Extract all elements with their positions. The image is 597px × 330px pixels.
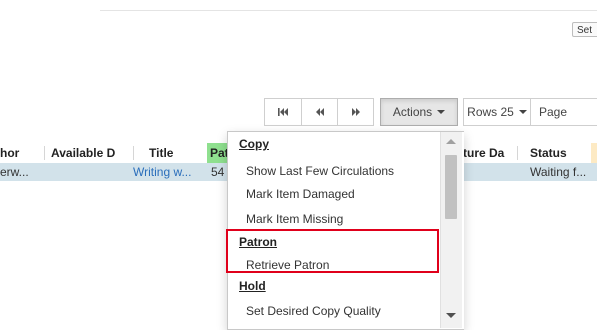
page-label: Page [539, 105, 568, 119]
column-divider [133, 146, 134, 160]
menu-item-show-last-few-circulations[interactable]: Show Last Few Circulations [246, 160, 394, 182]
column-header-available-date[interactable]: Available D [51, 143, 131, 163]
actions-dropdown-button[interactable]: Actions [380, 98, 458, 126]
cell-author: erw... [0, 165, 29, 179]
menu-item-retrieve-patron[interactable]: Retrieve Patron [246, 254, 329, 276]
cell-patron: 54 [211, 165, 225, 179]
scroll-up-arrow-icon[interactable] [446, 139, 456, 144]
chevron-down-icon [437, 110, 446, 114]
menu-section-copy: Copy [239, 137, 269, 151]
column-divider [44, 146, 45, 160]
cell-title-link[interactable]: Writing w... [133, 163, 205, 181]
next-page-icon [351, 108, 361, 116]
chevron-down-icon [518, 110, 527, 114]
first-page-button[interactable] [264, 98, 302, 126]
rows-label: Rows 25 [467, 105, 514, 119]
column-header-next[interactable] [591, 143, 597, 163]
menu-item-mark-item-damaged[interactable]: Mark Item Damaged [246, 183, 355, 205]
column-header-author[interactable]: hor [0, 143, 40, 163]
actions-label: Actions [392, 105, 433, 119]
cell-status: Waiting f... [530, 165, 587, 179]
menu-section-patron: Patron [239, 235, 278, 249]
actions-dropdown-menu: Copy Show Last Few Circulations Mark Ite… [227, 131, 464, 330]
column-header-status[interactable]: Status [530, 143, 580, 163]
previous-page-icon [315, 108, 325, 116]
first-page-icon [277, 108, 289, 116]
menu-item-mark-item-missing[interactable]: Mark Item Missing [246, 208, 343, 230]
previous-page-button[interactable] [301, 98, 338, 126]
top-divider [100, 10, 597, 11]
menu-section-hold: Hold [239, 279, 266, 293]
scroll-down-arrow-icon[interactable] [446, 313, 456, 318]
page-selector-button[interactable]: Page [530, 98, 597, 126]
set-button[interactable]: Set [572, 22, 597, 37]
column-header-capture-date[interactable]: ture Da [463, 143, 515, 163]
rows-per-page-button[interactable]: Rows 25 [463, 98, 531, 126]
next-page-button[interactable] [337, 98, 374, 126]
column-header-title[interactable]: Title [149, 143, 189, 163]
menu-item-set-desired-copy-quality[interactable]: Set Desired Copy Quality [246, 300, 381, 322]
menu-scrollbar-thumb[interactable] [445, 155, 457, 219]
column-divider [517, 146, 518, 160]
